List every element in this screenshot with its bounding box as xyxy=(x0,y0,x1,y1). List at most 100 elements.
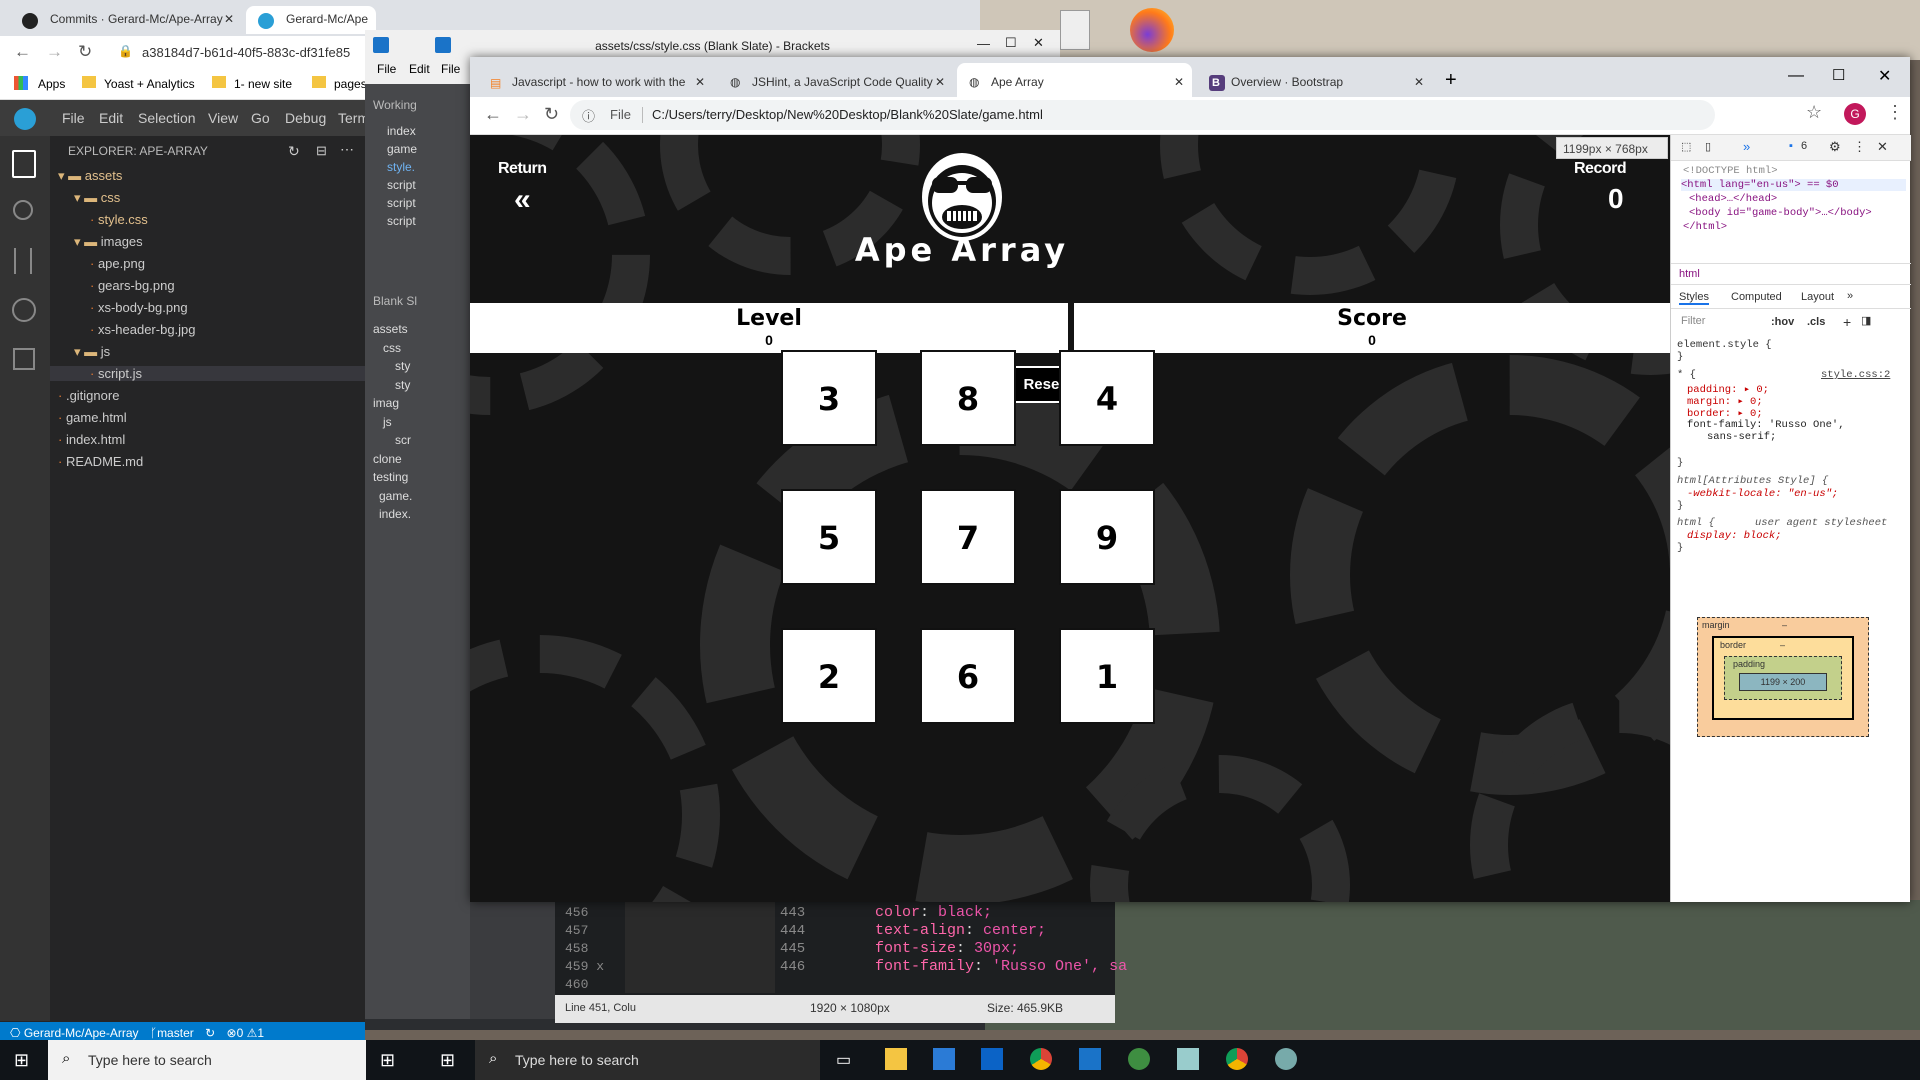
tree-file[interactable]: · style.css xyxy=(90,212,148,227)
tree-file[interactable]: · xs-body-bg.png xyxy=(90,300,188,315)
windows-start-icon[interactable]: ⊞ xyxy=(440,1050,455,1071)
more-tabs-icon[interactable]: » xyxy=(1847,290,1853,302)
tab-styles[interactable]: Styles xyxy=(1679,291,1709,305)
sidebar-toggle-icon[interactable]: ◨ xyxy=(1861,314,1871,327)
back-tab-github[interactable]: Commits · Gerard-Mc/Ape-Array ✕ xyxy=(10,6,242,34)
universal-selector[interactable]: * { xyxy=(1677,369,1696,381)
source-control-icon[interactable] xyxy=(14,248,32,274)
number-tile[interactable]: 9 xyxy=(1059,489,1155,585)
settings-gear-icon[interactable]: ⚙ xyxy=(1829,139,1841,155)
bookmark-apps[interactable]: Apps xyxy=(38,77,65,91)
messages-count[interactable]: 6 xyxy=(1801,140,1807,152)
menu-view[interactable]: View xyxy=(208,110,238,126)
url-text[interactable]: C:/Users/terry/Desktop/New%20Desktop/Bla… xyxy=(652,107,1043,122)
store-icon[interactable] xyxy=(933,1048,955,1070)
hov-toggle[interactable]: :hov xyxy=(1771,316,1794,328)
cls-toggle[interactable]: .cls xyxy=(1807,316,1825,328)
project-item[interactable]: clone xyxy=(373,452,402,466)
code-editor[interactable]: 456 457 458 459 x 460 443 444 445 446 color: bl… xyxy=(555,890,1127,1000)
brackets-menu-file2[interactable]: File xyxy=(441,62,460,76)
star-icon[interactable]: ☆ xyxy=(1806,102,1822,123)
universal-source-link[interactable]: style.css:2 xyxy=(1821,369,1890,381)
forward-arrow-icon[interactable]: → xyxy=(46,42,63,62)
project-item[interactable]: index. xyxy=(379,507,411,521)
menu-go[interactable]: Go xyxy=(251,110,270,126)
number-tile[interactable]: 4 xyxy=(1059,350,1155,446)
code-line[interactable]: font-size: 30px; xyxy=(875,940,1127,958)
document-icon[interactable] xyxy=(1060,10,1090,50)
dom-node[interactable]: <!DOCTYPE html> xyxy=(1683,165,1778,177)
notepad-icon[interactable] xyxy=(1177,1048,1199,1070)
kebab-menu-icon[interactable]: ⋮ xyxy=(1886,102,1904,123)
back-chevron-icon[interactable]: « xyxy=(514,185,531,215)
app-icon[interactable] xyxy=(1275,1048,1297,1070)
reload-icon[interactable]: ↻ xyxy=(544,104,559,125)
tab-layout[interactable]: Layout xyxy=(1801,291,1834,303)
boxmodel-padding[interactable]: padding 1199 × 200 xyxy=(1724,656,1842,700)
project-item[interactable]: sty xyxy=(395,359,410,373)
tree-file[interactable]: · ape.png xyxy=(90,256,145,271)
project-item[interactable]: assets xyxy=(373,322,408,336)
profile-avatar[interactable]: G xyxy=(1844,103,1866,125)
tree-file[interactable]: · xs-header-bg.jpg xyxy=(90,322,196,337)
device-toggle-icon[interactable]: ▯ xyxy=(1705,140,1711,153)
code-line[interactable]: text-align: center; xyxy=(875,922,1127,940)
new-tab-icon[interactable]: + xyxy=(1445,69,1457,92)
close-icon[interactable]: ✕ xyxy=(1033,35,1044,51)
tree-file[interactable]: · .gitignore xyxy=(58,388,119,403)
number-tile[interactable]: 8 xyxy=(920,350,1016,446)
working-file[interactable]: game xyxy=(387,142,417,156)
number-tile[interactable]: 6 xyxy=(920,628,1016,724)
close-icon[interactable]: ✕ xyxy=(935,75,945,89)
project-item[interactable]: scr xyxy=(395,433,411,447)
tree-file[interactable]: · README.md xyxy=(58,454,143,469)
kebab-menu-icon[interactable]: ⋮ xyxy=(1853,139,1866,155)
tree-folder[interactable]: ▾ ▬ assets xyxy=(58,168,122,184)
menu-debug[interactable]: Debug xyxy=(285,110,326,126)
working-file[interactable]: script xyxy=(387,214,416,228)
ua-selector[interactable]: html { xyxy=(1677,517,1715,529)
maximize-icon[interactable]: ☐ xyxy=(1832,66,1845,84)
back-arrow-icon[interactable]: ← xyxy=(14,42,31,62)
tree-file[interactable]: · gears-bg.png xyxy=(90,278,175,293)
boxmodel-border[interactable]: border – padding 1199 × 200 xyxy=(1712,636,1854,720)
windows-start-icon[interactable]: ⊞ xyxy=(14,1050,29,1071)
working-file[interactable]: script xyxy=(387,178,416,192)
status-warnings[interactable]: 1 xyxy=(257,1026,264,1040)
project-item[interactable]: css xyxy=(383,341,401,355)
bookmark-new-site[interactable]: 1- new site xyxy=(234,77,292,91)
menu-edit[interactable]: Edit xyxy=(99,110,123,126)
close-icon[interactable]: ✕ xyxy=(1174,75,1184,89)
project-item[interactable]: imag xyxy=(373,396,399,410)
boxmodel-content[interactable]: 1199 × 200 xyxy=(1739,673,1827,691)
back-arrow-icon[interactable]: ← xyxy=(484,104,502,125)
working-file[interactable]: script xyxy=(387,196,416,210)
search-icon[interactable] xyxy=(13,200,33,220)
close-icon[interactable]: ✕ xyxy=(695,75,705,89)
chrome-icon[interactable] xyxy=(1226,1048,1248,1070)
number-tile[interactable]: 3 xyxy=(781,350,877,446)
project-item[interactable]: game. xyxy=(379,489,412,503)
working-file[interactable]: style. xyxy=(387,160,415,174)
app-icon[interactable] xyxy=(1128,1048,1150,1070)
maximize-icon[interactable]: ☐ xyxy=(1005,35,1017,51)
mail-icon[interactable] xyxy=(981,1048,1003,1070)
sync-icon[interactable]: ↻ xyxy=(205,1026,215,1040)
bookmark-pages[interactable]: pages xyxy=(334,77,367,91)
close-icon[interactable]: ✕ xyxy=(1877,139,1888,155)
menu-selection[interactable]: Selection xyxy=(138,110,196,126)
tree-file[interactable]: · script.js xyxy=(50,366,365,381)
status-branch[interactable]: master xyxy=(157,1026,194,1040)
attr-style-decl[interactable]: -webkit-locale: "en-us"; xyxy=(1687,488,1838,500)
boxmodel-margin[interactable]: margin – border – padding 1199 × 200 xyxy=(1697,617,1869,737)
brackets-taskbar-icon[interactable] xyxy=(1079,1048,1101,1070)
filter-input[interactable]: Filter xyxy=(1677,315,1767,331)
number-tile[interactable]: 5 xyxy=(781,489,877,585)
more-tabs-icon[interactable]: » xyxy=(1743,139,1750,154)
code-line[interactable]: font-family: 'Russo One', sa xyxy=(875,958,1127,976)
omnibox[interactable]: ⓘ File C:/Users/terry/Desktop/New%20Desk… xyxy=(570,100,1715,130)
forward-arrow-icon[interactable]: → xyxy=(514,104,532,125)
more-icon[interactable]: ⋯ xyxy=(340,141,354,158)
dom-node[interactable]: </html> xyxy=(1683,221,1727,233)
css-declaration[interactable]: font-family: 'Russo One', xyxy=(1687,419,1845,431)
